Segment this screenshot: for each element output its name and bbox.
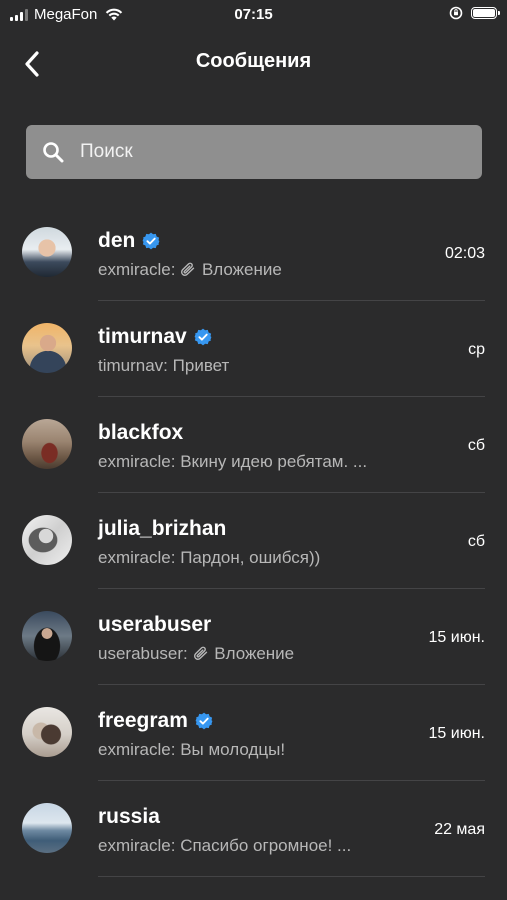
chat-name: blackfox [98,421,184,444]
chat-item-russia[interactable]: russia exmiracle: Спасибо огромное! ... … [0,781,507,877]
name-row: julia_brizhan [98,517,226,541]
message-sender: exmiracle: [98,836,176,855]
status-time: 07:15 [234,6,273,23]
message-sender: exmiracle: [98,548,176,567]
search-icon [43,142,64,163]
message-time: 02:03 [444,245,485,262]
avatar [22,323,72,373]
chat-item-blackfox[interactable]: blackfox exmiracle: Вкину идею ребятам. … [0,397,507,493]
message-time: 15 июн. [428,629,485,646]
message-sender: exmiracle: [98,740,176,759]
chat-item-userabuser[interactable]: userabuser userabuser: Вложение 15 июн. [0,589,507,685]
message-text: Привет [172,356,230,375]
chat-name: julia_brizhan [98,517,227,540]
message-time: сб [467,533,485,550]
name-row: blackfox [98,421,183,445]
avatar [22,611,72,661]
name-row: russia [98,805,160,829]
verified-badge-icon [142,232,160,250]
chat-item-julia-brizhan[interactable]: julia_brizhan exmiracle: Пардон, ошибся)… [0,493,507,589]
divider [98,876,485,877]
message-sender: exmiracle: [98,260,176,279]
avatar [22,419,72,469]
message-text: Вы молодцы! [180,740,286,759]
message-sender: userabuser: [98,644,188,663]
navigation-bar: Сообщения [0,36,507,90]
search-input[interactable] [78,140,482,164]
verified-badge-icon [194,328,212,346]
chat-name: den [98,229,136,252]
name-row: den [98,229,160,253]
message-time: сб [467,437,485,454]
search-bar[interactable] [26,125,482,179]
chat-name: freegram [98,709,188,732]
message-preview: timurnav: Привет [98,356,398,376]
message-time: 15 июн. [428,725,485,742]
paperclip-icon [193,646,207,660]
verified-badge-icon [195,712,213,730]
battery-icon [471,7,500,19]
orientation-lock-icon [449,6,463,20]
message-text: Вложение [214,644,295,663]
message-text: Пардон, ошибся)) [180,548,321,567]
name-row: userabuser [98,613,211,637]
message-text: Вложение [201,260,282,279]
chat-item-timurnav[interactable]: timurnav timurnav: Привет ср [0,301,507,397]
message-preview: userabuser: Вложение [98,644,398,664]
chat-item-freegram[interactable]: freegram exmiracle: Вы молодцы! 15 июн. [0,685,507,781]
chat-name: timurnav [98,325,187,348]
page-title: Сообщения [195,50,312,72]
avatar [22,707,72,757]
message-preview: exmiracle: Вы молодцы! [98,740,398,760]
message-preview: exmiracle: Вложение [98,260,398,280]
chat-name: userabuser [98,613,212,636]
paperclip-icon [181,262,195,276]
avatar [22,515,72,565]
message-preview: exmiracle: Спасибо огромное! ... [98,836,398,856]
status-bar: MegaFon 07:15 [0,0,507,32]
chat-name: russia [98,805,160,828]
message-time: ср [468,341,485,358]
message-sender: exmiracle: [98,452,176,471]
message-preview: exmiracle: Пардон, ошибся)) [98,548,398,568]
chat-list: den exmiracle: Вложение 02:03 timurnav t… [0,205,507,877]
message-preview: exmiracle: Вкину идею ребятам. ... [98,452,398,472]
message-sender: timurnav: [98,356,168,375]
avatar [22,803,72,853]
message-text: Вкину идею ребятам. ... [180,452,368,471]
message-time: 22 мая [434,821,485,838]
status-right [449,6,500,20]
message-text: Спасибо огромное! ... [180,836,352,855]
avatar [22,227,72,277]
name-row: timurnav [98,325,212,349]
chat-item-den[interactable]: den exmiracle: Вложение 02:03 [0,205,507,301]
name-row: freegram [98,709,213,733]
